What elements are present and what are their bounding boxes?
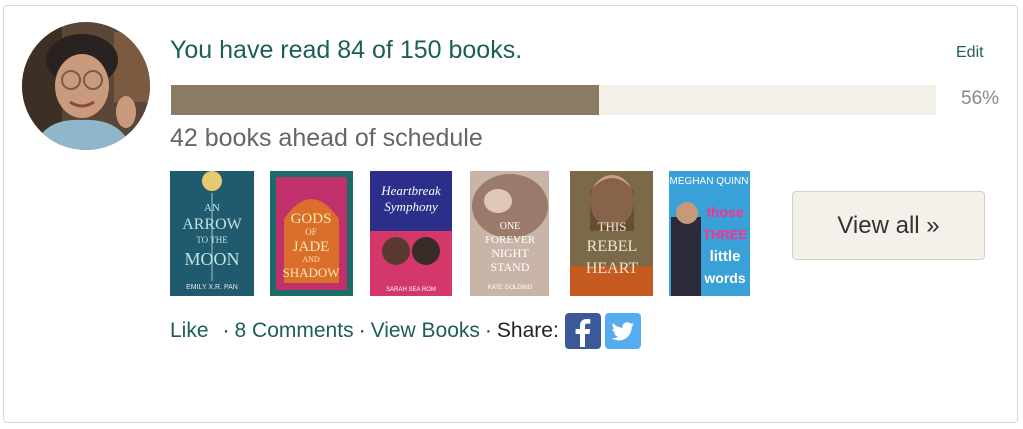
book-cover-gods-of-jade-and-shadow[interactable]: GODS OF JADE AND SHADOW	[270, 171, 353, 296]
cover-author: MEGHAN QUINN	[670, 176, 749, 187]
cover-title-line: FOREVER	[485, 234, 536, 246]
schedule-status: 42 books ahead of schedule	[170, 124, 483, 152]
cover-title-line: words	[703, 270, 745, 286]
book-cover-those-three-little-words[interactable]: MEGHAN QUINN those THREE little words	[669, 171, 750, 296]
cover-title-line: TO THE	[196, 235, 228, 245]
cover-title-line: ARROW	[182, 216, 242, 233]
separator: ·	[222, 319, 230, 342]
cover-title-line: those	[706, 204, 744, 220]
cover-author: SARAH SEA ROM	[386, 287, 436, 293]
facebook-icon[interactable]	[564, 313, 601, 349]
view-books-link[interactable]: View Books	[371, 319, 480, 343]
cover-title-line: AND	[302, 255, 320, 264]
progress-bar	[171, 85, 936, 115]
cover-title-line: Symphony	[384, 199, 438, 214]
cover-title-line: SHADOW	[282, 265, 340, 280]
cover-title-line: STAND	[490, 260, 529, 274]
cover-title-line: THIS	[598, 219, 627, 234]
challenge-title: You have read 84 of 150 books.	[170, 36, 523, 64]
book-cover-heartbreak-symphony[interactable]: Heartbreak Symphony SARAH SEA ROM	[370, 171, 452, 296]
cover-author: KATE GOLDING	[488, 285, 533, 291]
cover-title-line: little	[710, 248, 741, 265]
cover-title-line: MOON	[184, 249, 239, 269]
cover-title-line: ONE	[500, 221, 521, 232]
twitter-icon[interactable]	[604, 313, 641, 349]
cover-title-line: NIGHT	[491, 246, 529, 260]
cover-title-line: HEART	[586, 260, 639, 277]
view-all-button[interactable]: View all »	[792, 191, 985, 260]
cover-title-line: Heartbreak	[380, 183, 441, 198]
progress-percent: 56%	[961, 88, 1000, 109]
edit-link[interactable]: Edit	[956, 44, 984, 62]
cover-title-line: THREE	[703, 227, 747, 242]
separator: ·	[484, 319, 492, 342]
challenge-actions: Like · 8 Comments · View Books · Share:	[170, 313, 645, 349]
cover-title-line: JADE	[293, 239, 330, 255]
separator: ·	[358, 319, 366, 342]
cover-title-line: GODS	[291, 211, 332, 227]
user-avatar[interactable]	[22, 22, 150, 150]
book-cover-one-forever-night-stand[interactable]: ONE FOREVER NIGHT STAND KATE GOLDING	[470, 171, 549, 296]
book-cover-an-arrow-to-the-moon[interactable]: AN ARROW TO THE MOON EMILY X.R. PAN	[170, 171, 254, 296]
cover-title-line: OF	[305, 227, 317, 237]
cover-author: EMILY X.R. PAN	[186, 284, 238, 291]
share-label: Share:	[496, 319, 559, 342]
book-cover-this-rebel-heart[interactable]: THIS REBEL HEART	[570, 171, 653, 296]
progress-bar-fill	[171, 85, 600, 115]
like-link[interactable]: Like	[170, 319, 209, 343]
comments-link[interactable]: 8 Comments	[235, 319, 354, 343]
cover-title-line: AN	[204, 202, 220, 214]
cover-title-line: REBEL	[587, 238, 638, 255]
